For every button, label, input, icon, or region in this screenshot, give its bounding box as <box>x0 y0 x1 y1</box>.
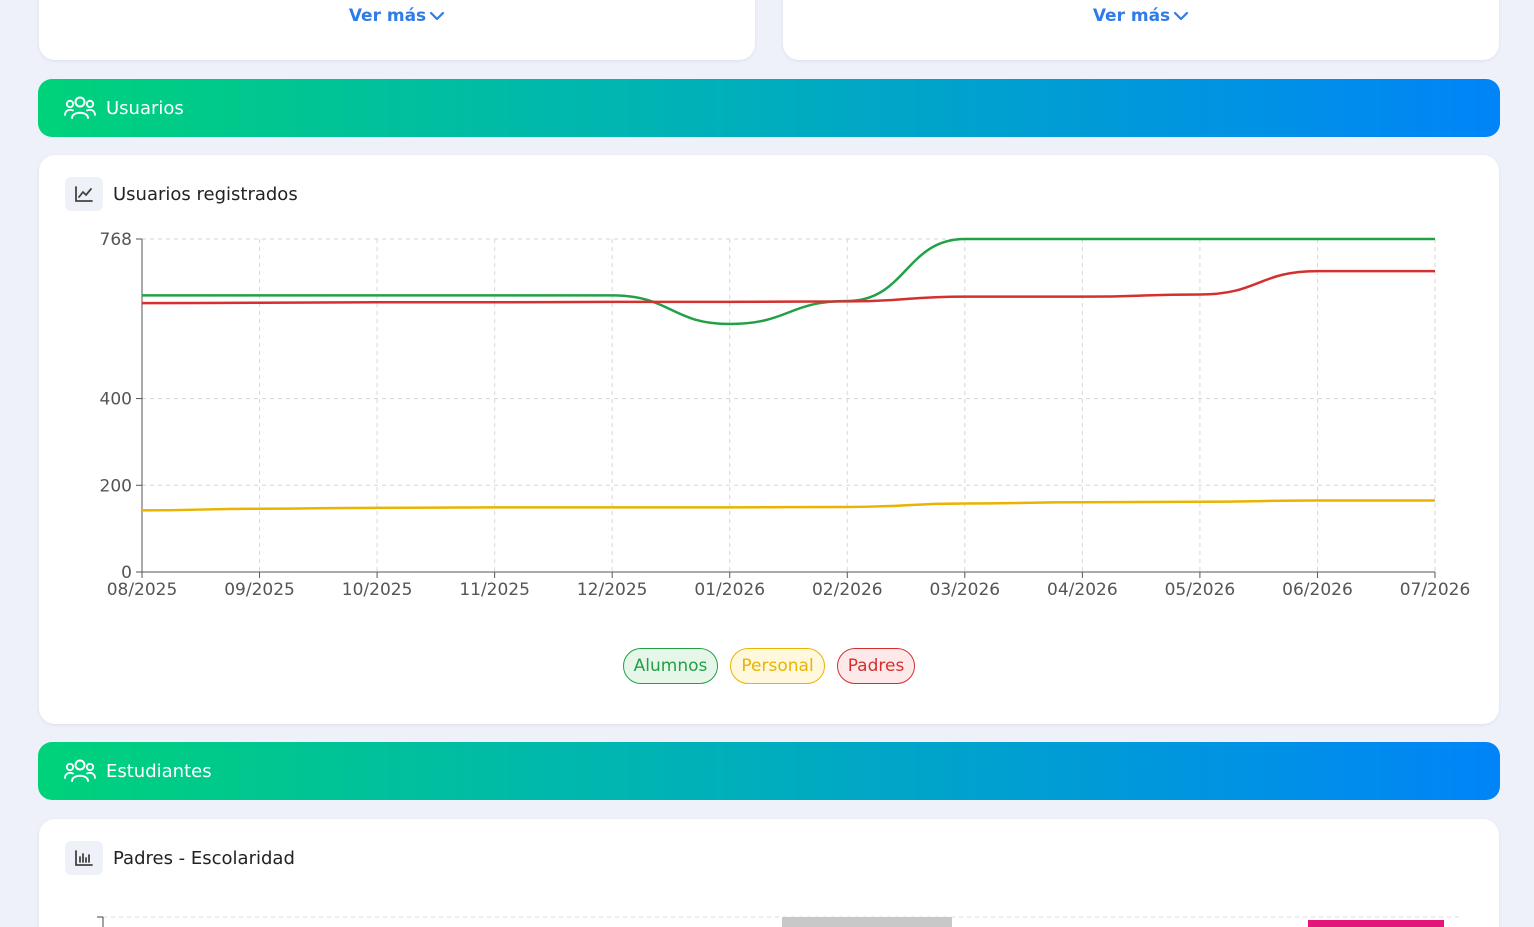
bar <box>1308 920 1444 927</box>
legend-item-personal[interactable]: Personal <box>730 648 825 684</box>
x-tick-label: 07/2026 <box>1400 580 1471 600</box>
y-tick-label: 768 <box>100 230 132 250</box>
chevron-down-icon <box>430 11 445 21</box>
bar-chart-icon <box>65 841 103 875</box>
y-tick-label: 400 <box>100 390 132 410</box>
usuarios-line-chart: 08/2025 09/2025 10/2025 11/2025 12/2025 01/20… <box>100 230 1471 600</box>
x-tick-label: 06/2026 <box>1282 580 1353 600</box>
section-title-estudiantes: Estudiantes <box>106 760 212 782</box>
ver-mas-left-link[interactable]: Ver más <box>39 6 755 26</box>
chart-legend: Alumnos Personal Padres <box>39 648 1499 684</box>
x-tick-label: 12/2025 <box>577 580 648 600</box>
series-line-personal <box>141 499 1435 512</box>
x-tick-label: 05/2026 <box>1165 580 1236 600</box>
x-tick-label: 01/2026 <box>694 580 765 600</box>
x-tick-label: 08/2025 <box>107 580 178 600</box>
series-line-padres <box>141 269 1435 305</box>
users-icon <box>64 96 96 119</box>
ver-mas-right-label: Ver más <box>1092 6 1171 26</box>
series-line-alumnos <box>142 237 1435 326</box>
x-tick-label: 02/2026 <box>812 580 883 600</box>
x-tick-label: 04/2026 <box>1047 580 1118 600</box>
x-tick-label: 09/2025 <box>224 580 295 600</box>
top-card-left: Ver más <box>39 0 755 60</box>
padres-escolaridad-chart <box>97 916 1461 927</box>
x-tick-label: 10/2025 <box>342 580 413 600</box>
top-card-right: Ver más <box>783 0 1499 60</box>
x-tick-label: 11/2025 <box>459 580 530 600</box>
chart-header: Usuarios registrados <box>65 177 298 211</box>
usuarios-chart-card: Usuarios registrados 08/2025 09/2025 10/20… <box>39 155 1499 724</box>
chevron-down-icon <box>1174 11 1189 21</box>
line-chart-icon <box>65 177 103 211</box>
legend-item-alumnos[interactable]: Alumnos <box>622 648 719 684</box>
chart2-title: Padres - Escolaridad <box>113 847 295 869</box>
chart-title: Usuarios registrados <box>113 183 298 205</box>
bar <box>782 917 952 927</box>
section-banner-estudiantes: Estudiantes <box>38 742 1500 800</box>
section-banner-usuarios: Usuarios <box>38 79 1500 137</box>
padres-escolaridad-card: Padres - Escolaridad <box>39 819 1499 927</box>
ver-mas-right-link[interactable]: Ver más <box>783 6 1499 26</box>
ver-mas-left-label: Ver más <box>348 6 427 26</box>
users-icon <box>64 759 96 782</box>
chart2-header: Padres - Escolaridad <box>65 841 295 875</box>
x-tick-label: 03/2026 <box>930 580 1001 600</box>
legend-item-padres[interactable]: Padres <box>836 648 916 684</box>
y-tick-label: 200 <box>100 476 132 496</box>
y-tick-label: 0 <box>121 563 132 583</box>
section-title-usuarios: Usuarios <box>106 97 184 119</box>
